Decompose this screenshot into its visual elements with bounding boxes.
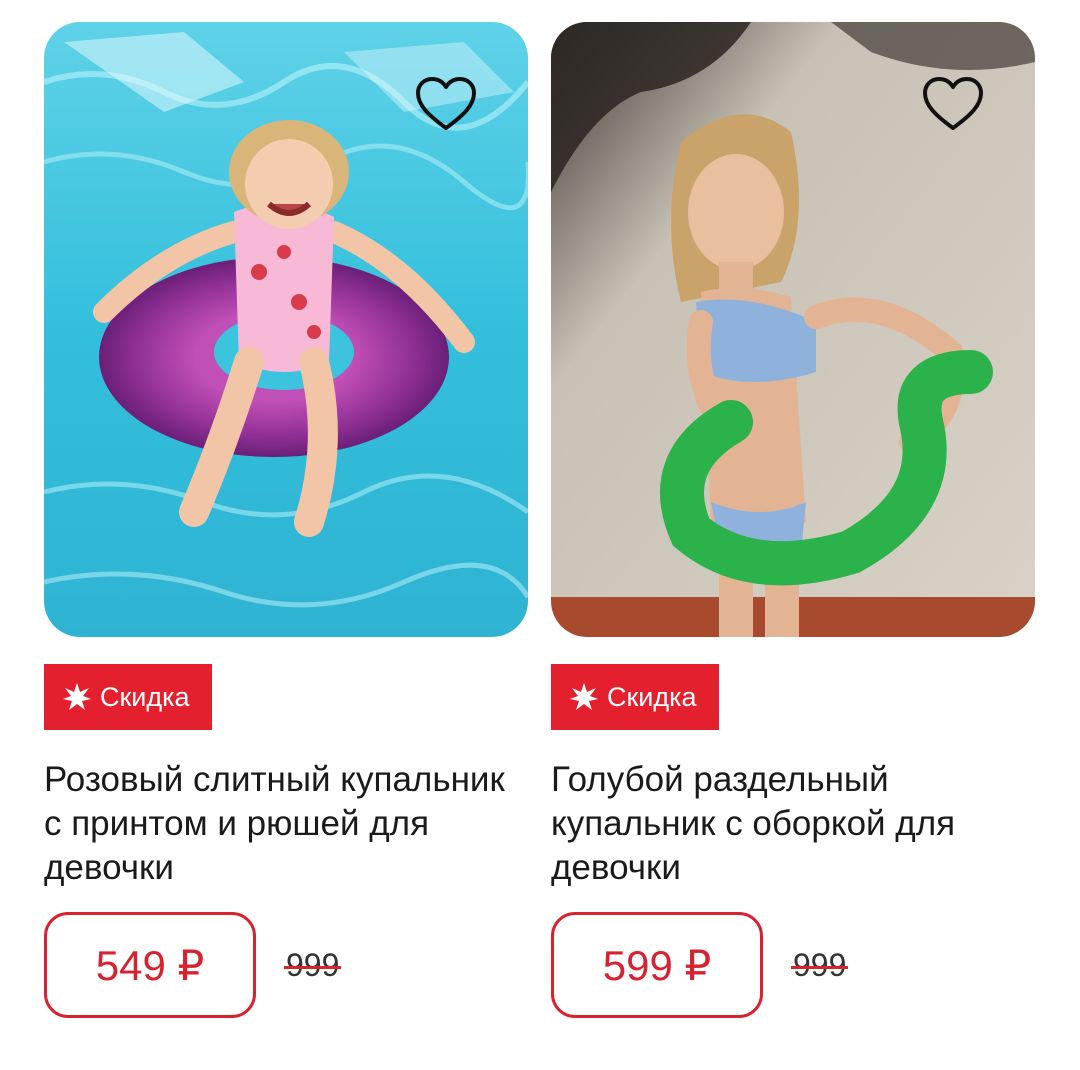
price-row: 599 ₽ 999 xyxy=(551,912,849,1018)
product-title[interactable]: Голубой раздельный купальник с оборкой д… xyxy=(551,758,1021,890)
burst-icon xyxy=(570,683,598,710)
strikethrough-line xyxy=(284,965,342,969)
current-price-button[interactable]: 599 ₽ xyxy=(551,912,763,1018)
heart-outline-icon xyxy=(416,77,476,130)
discount-badge: Скидка xyxy=(44,664,212,730)
heart-outline-icon xyxy=(923,77,983,130)
product-title[interactable]: Розовый слитный купальник с принтом и рю… xyxy=(44,758,514,890)
favorite-button[interactable] xyxy=(919,70,987,138)
current-price-button[interactable]: 549 ₽ xyxy=(44,912,256,1018)
old-price-value: 999 xyxy=(793,946,847,983)
product-grid: Скидка Розовый слитный купальник с принт… xyxy=(0,0,1080,1070)
strikethrough-line xyxy=(791,965,849,969)
discount-badge-label: Скидка xyxy=(100,681,190,712)
discount-badge-label: Скидка xyxy=(607,681,697,712)
product-photo[interactable] xyxy=(551,22,1035,637)
product-card[interactable]: Скидка Голубой раздельный купальник с об… xyxy=(551,22,1035,1018)
old-price: 999 xyxy=(791,946,849,984)
favorite-button[interactable] xyxy=(412,70,480,138)
discount-badge: Скидка xyxy=(551,664,719,730)
old-price-value: 999 xyxy=(286,946,340,983)
product-card[interactable]: Скидка Розовый слитный купальник с принт… xyxy=(44,22,528,1018)
product-photo[interactable] xyxy=(44,22,528,637)
old-price: 999 xyxy=(284,946,342,984)
burst-icon xyxy=(63,683,91,710)
price-row: 549 ₽ 999 xyxy=(44,912,342,1018)
